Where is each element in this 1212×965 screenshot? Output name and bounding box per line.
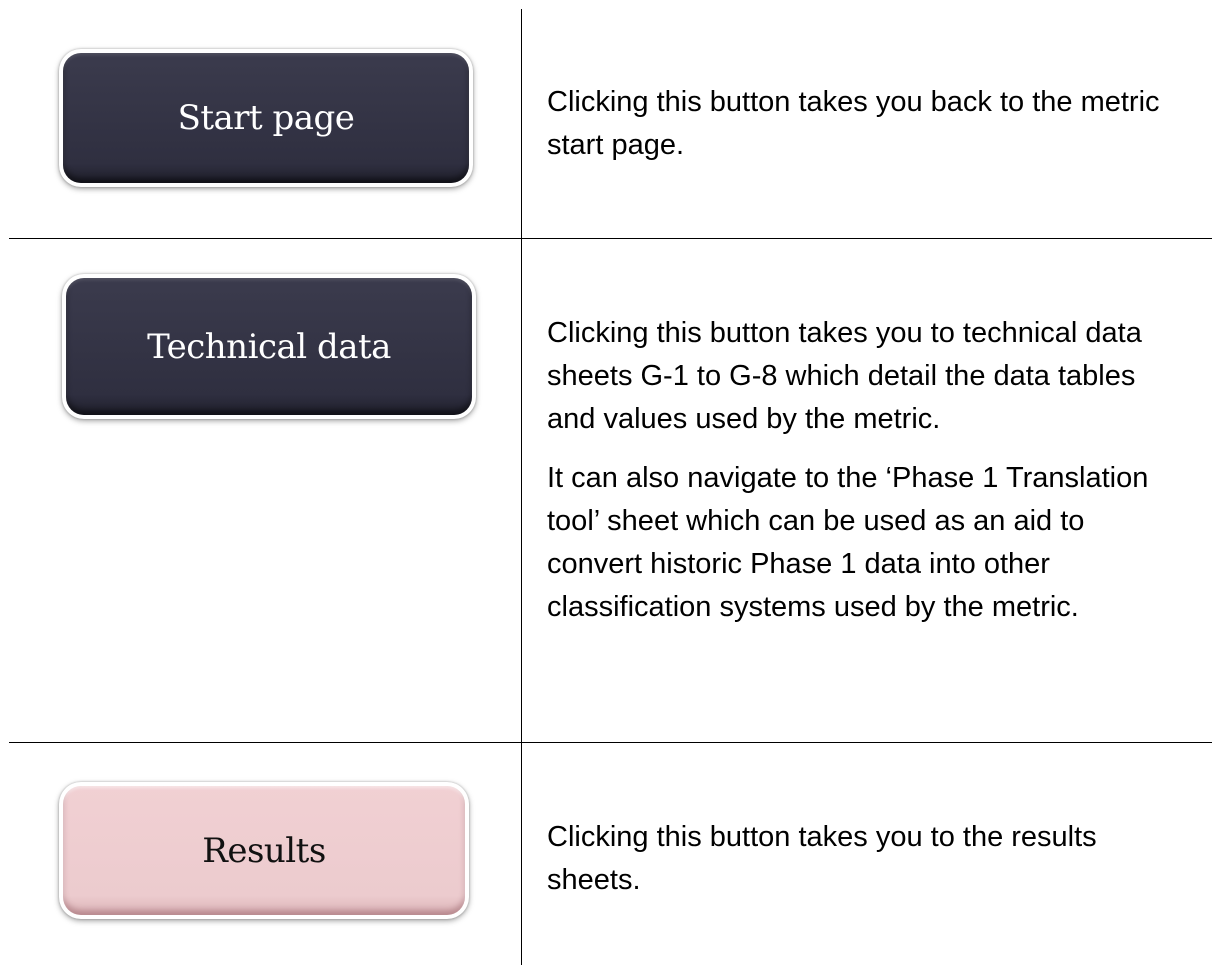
results-button[interactable]: Results [63, 786, 465, 915]
results-description: Clicking this button takes you to the re… [547, 816, 1187, 902]
start-page-button[interactable]: Start page [63, 53, 469, 183]
column-divider [521, 9, 522, 965]
description-text: Clicking this button takes you back to t… [547, 86, 1160, 161]
description-text: Clicking this button takes you to the re… [547, 821, 1097, 896]
technical-data-button[interactable]: Technical data [66, 278, 472, 415]
start-page-button-frame: Start page [59, 49, 473, 187]
row-divider [9, 238, 1212, 239]
description-text: Clicking this button takes you to techni… [547, 317, 1142, 435]
start-page-description: Clicking this button takes you back to t… [547, 81, 1187, 167]
technical-data-description: Clicking this button takes you to techni… [547, 312, 1187, 629]
help-page: { "rows": [ { "button_label": "Start pag… [0, 0, 1212, 965]
row-divider [9, 742, 1212, 743]
results-button-frame: Results [59, 782, 469, 919]
description-text: It can also navigate to the ‘Phase 1 Tra… [547, 462, 1149, 623]
technical-data-button-frame: Technical data [62, 274, 476, 419]
